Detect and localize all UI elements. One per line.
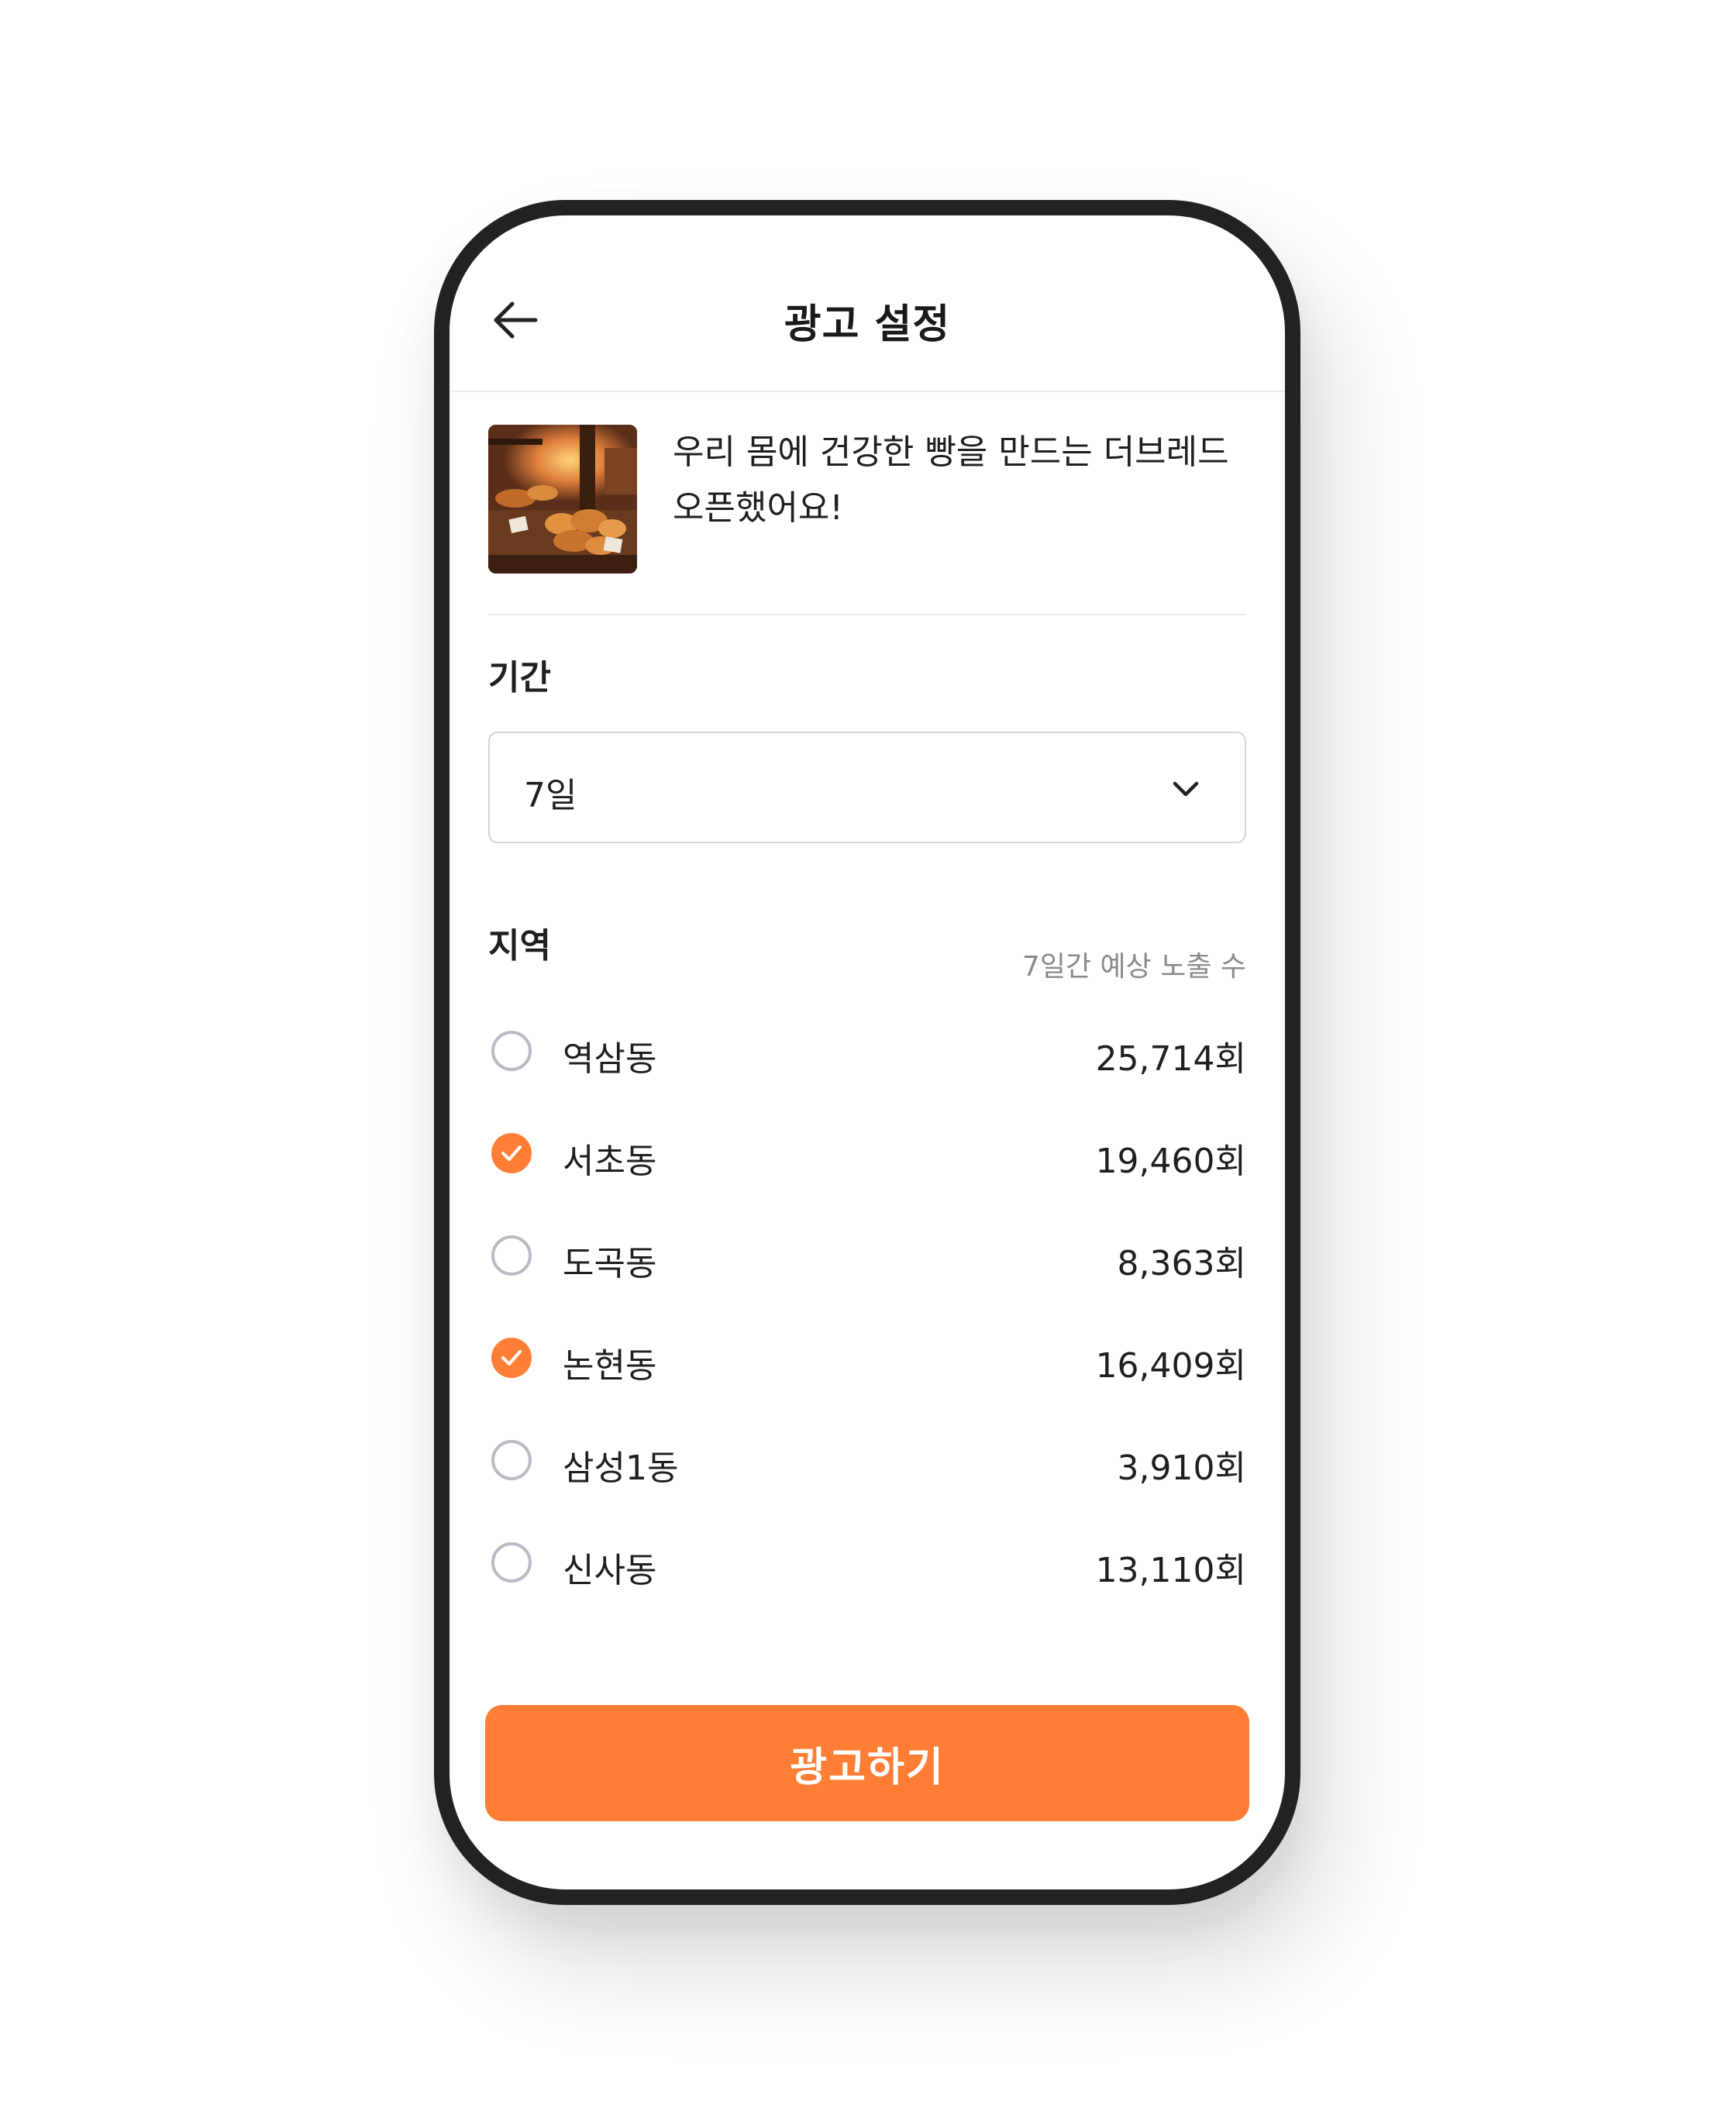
region-row-seocho[interactable]: 서초동 19,460회 (488, 1105, 1246, 1207)
region-row-nonhyeon[interactable]: 논현동 16,409회 (488, 1310, 1246, 1412)
region-name: 도곡동 (563, 1244, 657, 1283)
phone-frame: 광고 설정 우리 몸에 건강한 빵을 만드는 더브레드 오픈했어요! 기간 7일… (434, 200, 1300, 1905)
unchecked-radio-icon[interactable] (491, 1440, 532, 1480)
region-name: 삼성1동 (563, 1448, 679, 1488)
region-row-samseong1[interactable]: 삼성1동 3,910회 (488, 1412, 1246, 1514)
region-name: 신사동 (563, 1551, 657, 1590)
region-exposure-count: 16,409회 (1095, 1346, 1246, 1386)
region-row-sinsa[interactable]: 신사동 13,110회 (488, 1514, 1246, 1617)
region-exposure-count: 3,910회 (1117, 1448, 1246, 1488)
unchecked-radio-icon[interactable] (491, 1542, 532, 1583)
region-name: 역삼동 (563, 1039, 657, 1079)
checked-radio-icon[interactable] (491, 1338, 532, 1378)
chevron-down-icon (1173, 781, 1199, 797)
check-icon (501, 1350, 522, 1366)
checked-radio-icon[interactable] (491, 1133, 532, 1173)
region-label: 지역 (488, 926, 551, 966)
region-exposure-count: 8,363회 (1117, 1244, 1246, 1283)
region-name: 서초동 (563, 1142, 657, 1181)
page-title: 광고 설정 (784, 301, 951, 348)
region-exposure-count: 19,460회 (1095, 1142, 1246, 1181)
unchecked-radio-icon[interactable] (491, 1031, 532, 1071)
ad-thumbnail-image (488, 425, 637, 574)
region-exposure-count: 25,714회 (1095, 1039, 1246, 1079)
region-row-dogok[interactable]: 도곡동 8,363회 (488, 1207, 1246, 1310)
exposure-header: 7일간 예상 노출 수 (1021, 951, 1246, 983)
check-icon (501, 1145, 522, 1161)
app-header: 광고 설정 (450, 215, 1285, 392)
region-row-yeoksam[interactable]: 역삼동 25,714회 (488, 1003, 1246, 1105)
region-list: 역삼동 25,714회 서초동 19,460회 도곡동 8,363회 논현동 1… (488, 1003, 1246, 1617)
unchecked-radio-icon[interactable] (491, 1235, 532, 1276)
ad-preview: 우리 몸에 건강한 빵을 만드는 더브레드 오픈했어요! (488, 425, 1246, 615)
period-select[interactable]: 7일 (488, 732, 1246, 843)
region-name: 논현동 (563, 1346, 657, 1386)
period-selected-value: 7일 (524, 776, 577, 815)
period-label: 기간 (488, 658, 551, 698)
ad-description: 우리 몸에 건강한 빵을 만드는 더브레드 오픈했어요! (673, 432, 1229, 528)
region-exposure-count: 13,110회 (1095, 1551, 1246, 1590)
advertise-button[interactable]: 광고하기 (485, 1705, 1249, 1821)
